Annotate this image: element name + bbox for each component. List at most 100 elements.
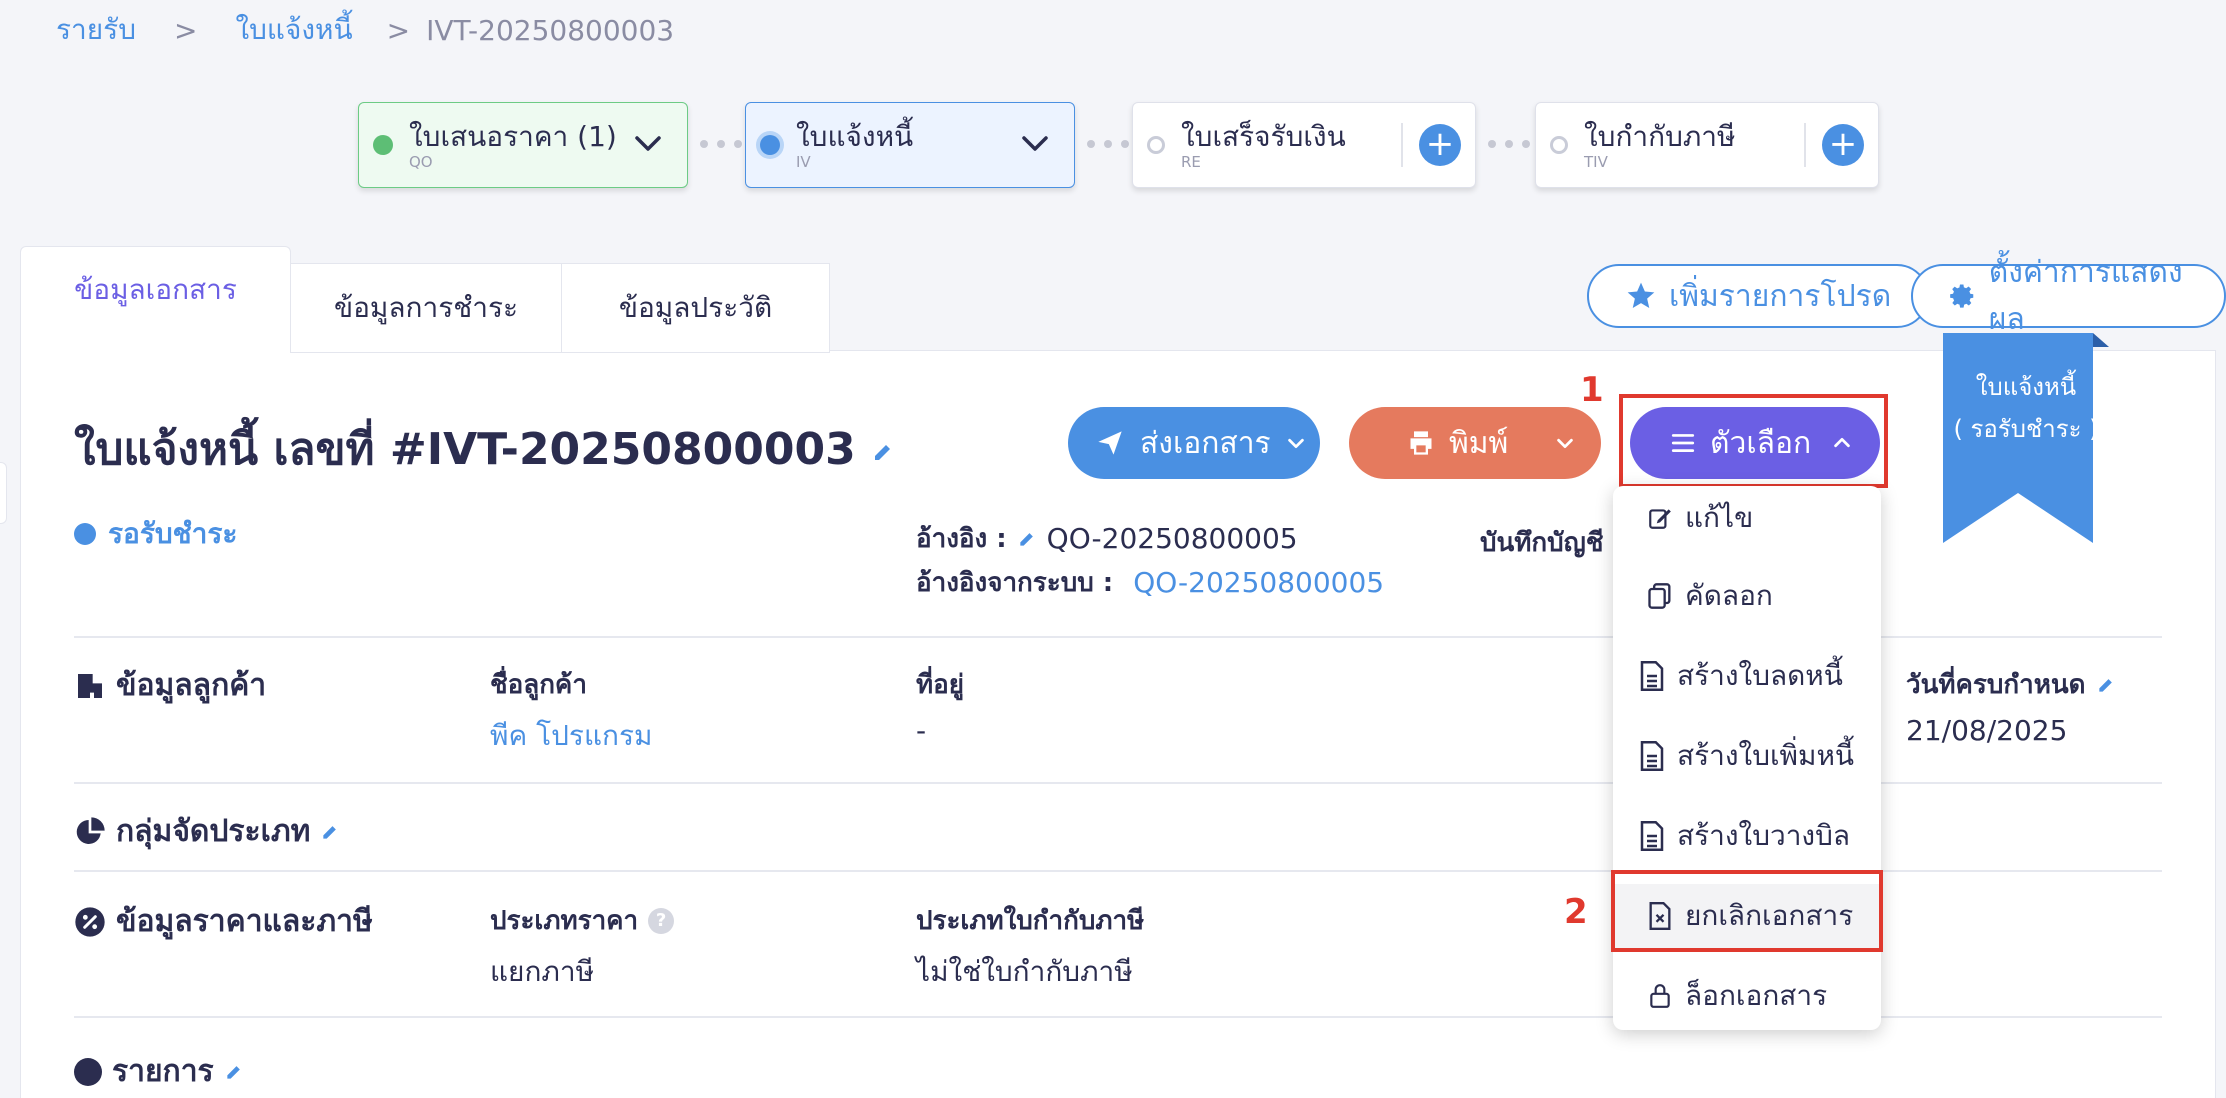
options-button[interactable]: ตัวเลือก [1630,407,1880,479]
menu-item-label: ล็อกเอกสาร [1685,979,1828,1012]
page-title: ใบแจ้งหนี้ เลขที่ #IVT-20250800003 [74,414,895,484]
print-button[interactable]: พิมพ์ [1349,407,1601,479]
menu-item-label: คัดลอก [1685,579,1773,612]
step-connector [1087,140,1129,148]
step-active-dot [760,135,780,155]
send-document-button[interactable]: ส่งเอกสาร [1068,407,1320,479]
menu-item-edit[interactable]: แก้ไข [1613,486,1881,550]
menu-item-lock-document[interactable]: ล็อกเอกสาร [1613,964,1881,1028]
due-date-value: 21/08/2025 [1906,714,2068,747]
add-favorite-button[interactable]: เพิ่มรายการโปรด [1587,264,1930,328]
menu-item-label: แก้ไข [1685,501,1754,534]
side-handle[interactable] [0,462,7,524]
step-empty-dot [1147,136,1165,154]
section-label: ข้อมูลราคาและภาษี [116,904,373,939]
document-icon [1635,661,1669,691]
menu-item-debit-note[interactable]: สร้างใบเพิ่มหนี้ [1613,724,1881,788]
percent-badge-icon [75,906,105,937]
breadcrumb: รายรับ > ใบแจ้งหนี้ > IVT-20250800003 [56,8,674,52]
price-type-label-row: ประเภทราคา ? [490,900,675,941]
customer-section-title: ข้อมูลลูกค้า [74,662,266,709]
tab-document-info[interactable]: ข้อมูลเอกสาร [20,246,291,352]
tax-invoice-type-value: ไม่ใช่ใบกำกับภาษี [916,955,1133,988]
category-section-title: กลุ่มจัดประเภท [74,808,340,855]
gear-icon [1950,284,1974,308]
system-reference-label: อ้างอิงจากระบบ : [916,568,1114,598]
step-code: RE [1181,153,1201,171]
circle-icon [74,1057,102,1086]
pencil-icon[interactable] [320,822,340,842]
tab-label: ข้อมูลเอกสาร [74,272,237,306]
pencil-icon[interactable] [1017,529,1037,549]
button-label: ส่งเอกสาร [1140,425,1271,461]
menu-item-label: สร้างใบวางบิล [1677,819,1851,852]
menu-item-credit-note[interactable]: สร้างใบลดหนี้ [1613,644,1881,708]
step-code: IV [796,153,811,171]
tab-payment-info[interactable]: ข้อมูลการชำระ [290,263,562,353]
button-label: เพิ่มรายการโปรด [1669,278,1892,314]
ribbon-title: ใบแจ้งหนี้ [1975,373,2077,401]
customer-name-link[interactable]: พีค โปรแกรม [490,714,652,758]
chevron-down-icon[interactable] [633,129,663,159]
system-reference-row: อ้างอิงจากระบบ : QO-20250800005 [916,562,1384,603]
step-done-dot [373,135,393,155]
add-receipt-button[interactable]: + [1419,124,1461,166]
document-title: ใบแจ้งหนี้ เลขที่ #IVT-20250800003 [74,424,856,475]
chevron-down-icon [1287,438,1304,449]
button-label: พิมพ์ [1449,425,1509,461]
price-type-label: ประเภทราคา [490,906,639,936]
section-label: กลุ่มจัดประเภท [116,814,311,849]
due-date-label: วันที่ครบกำหนด [1906,670,2086,700]
breadcrumb-invoices[interactable]: ใบแจ้งหนี้ [235,8,352,52]
document-icon [1635,821,1669,851]
step-label: ใบเสร็จรับเงิน [1181,120,1346,153]
step-label: ใบแจ้งหนี้ [796,120,914,153]
step-quotation[interactable]: ใบเสนอราคา (1) QO [358,102,688,188]
step-connector [700,140,742,148]
due-date-label-row: วันที่ครบกำหนด [1906,664,2116,705]
address-label: ที่อยู่ [916,670,964,700]
display-settings-button[interactable]: ตั้งค่าการแสดงผล [1911,255,2226,337]
pencil-icon[interactable] [871,440,895,464]
tax-invoice-type-label: ประเภทใบกำกับภาษี [916,906,1145,936]
step-receipt[interactable]: ใบเสร็จรับเงิน RE + [1132,102,1476,188]
step-label: ใบเสนอราคา (1) [409,120,617,153]
step-tax-invoice[interactable]: ใบกำกับภาษี TIV + [1535,102,1879,188]
step-marker: 1 [1580,370,1604,410]
chevron-down-icon[interactable] [1554,432,1576,454]
reference-row: อ้างอิง : QO-20250800005 [916,518,1298,559]
reference-value: QO-20250800005 [1046,522,1298,555]
step-invoice[interactable]: ใบแจ้งหนี้ IV [745,102,1075,188]
price-type-value: แยกภาษี [490,955,595,988]
step-code: QO [409,153,433,171]
menu-item-billing-note[interactable]: สร้างใบวางบิล [1613,804,1881,868]
pricing-section-title: ข้อมูลราคาและภาษี [74,898,373,945]
step-connector [1488,140,1530,148]
help-icon[interactable]: ? [648,907,675,934]
button-label: ตั้งค่าการแสดงผล [1988,255,2183,337]
pencil-icon[interactable] [224,1062,244,1082]
tab-label: ข้อมูลการชำระ [333,291,519,324]
divider [1804,123,1806,167]
ribbon-status: ( รอรับชำระ ) [1953,415,2099,443]
breadcrumb-separator: > [173,13,198,47]
step-label: ใบกำกับภาษี [1584,120,1736,153]
menu-item-label: สร้างใบลดหนี้ [1677,659,1843,692]
step-code: TIV [1584,153,1608,171]
breadcrumb-current: IVT-20250800003 [426,13,675,47]
tab-history-info[interactable]: ข้อมูลประวัติ [561,263,830,353]
breadcrumb-income[interactable]: รายรับ [56,8,136,52]
section-label: รายการ [112,1054,214,1089]
add-tax-invoice-button[interactable]: + [1822,124,1864,166]
step-marker: 2 [1564,892,1588,932]
copy-icon [1643,582,1677,610]
status-text: รอรับชำระ [108,517,238,550]
system-reference-link[interactable]: QO-20250800005 [1133,566,1384,599]
star-icon [1627,282,1655,308]
lock-icon [1643,982,1677,1010]
breadcrumb-separator: > [386,13,411,47]
menu-item-copy[interactable]: คัดลอก [1613,564,1881,628]
chevron-down-icon[interactable] [1020,129,1050,159]
status-badge: รอรับชำระ [74,512,237,556]
pencil-icon[interactable] [2096,675,2116,695]
